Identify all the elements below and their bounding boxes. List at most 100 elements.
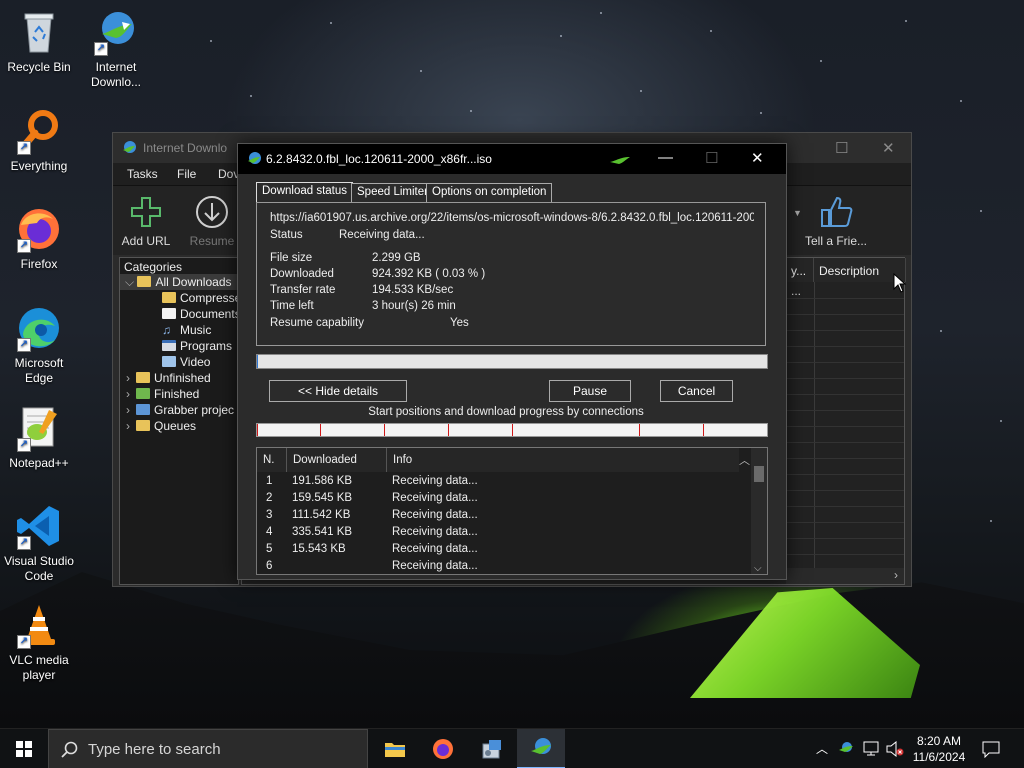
desktop-icon-everything[interactable]: ↗ Everything — [1, 107, 77, 174]
table-vertical-scrollbar[interactable]: ⌵ — [751, 448, 767, 574]
finished-folder-icon — [136, 388, 150, 399]
transfer-rate-value: 194.533 KB/sec — [372, 284, 454, 296]
mouse-cursor-icon — [893, 272, 907, 293]
column-header-downloaded[interactable]: Downloaded — [287, 448, 387, 472]
row-line — [786, 474, 904, 475]
idm-icon: ↗ — [92, 8, 140, 56]
tab-download-status[interactable]: Download status — [256, 182, 354, 203]
resume-button[interactable]: Resume — [180, 194, 244, 248]
start-button[interactable] — [0, 729, 48, 768]
add-url-button[interactable]: Add URL — [114, 194, 178, 248]
desktop-icon-idm[interactable]: ↗ Internet Downlo... — [78, 8, 154, 90]
category-queues[interactable]: › Queues — [126, 418, 196, 434]
scroll-down-icon[interactable]: ⌵ — [754, 563, 762, 574]
tab-options-on-completion[interactable]: Options on completion — [426, 183, 553, 203]
column-header-info[interactable]: Info — [387, 448, 739, 472]
taskbar-firefox[interactable] — [419, 729, 467, 768]
connection-start-marker — [384, 424, 385, 436]
category-grabber-projects[interactable]: › Grabber projec — [126, 402, 234, 418]
row-line — [786, 410, 904, 411]
desktop-icon-label: Visual Studio Code — [4, 554, 74, 583]
dialog-minimize-button[interactable]: — — [658, 149, 673, 166]
table-row[interactable]: 5 15.543 KB Receiving data... — [257, 541, 751, 558]
cancel-button[interactable]: Cancel — [660, 380, 733, 402]
video-film-icon — [162, 356, 176, 367]
column-separator — [814, 282, 815, 568]
dialog-title: 6.2.8432.0.fbl_loc.120611-2000_x86fr...i… — [266, 152, 492, 166]
shortcut-arrow-icon: ↗ — [17, 141, 31, 155]
table-row[interactable]: 3 111.542 KB Receiving data... — [257, 507, 751, 524]
file-size-value: 2.299 GB — [372, 252, 421, 264]
category-programs[interactable]: Programs — [162, 338, 232, 354]
desktop-icon-label: Recycle Bin — [7, 60, 71, 74]
shortcut-arrow-icon: ↗ — [17, 338, 31, 352]
desktop-icon-edge[interactable]: ↗ Microsoft Edge — [1, 304, 77, 386]
row-line — [786, 506, 904, 507]
hide-details-button[interactable]: << Hide details — [269, 380, 407, 402]
column-header-truncated[interactable]: y... — [786, 258, 814, 282]
taskbar-file-explorer[interactable] — [370, 729, 418, 768]
notifications-button[interactable] — [980, 729, 1004, 768]
column-header-number[interactable]: N. — [257, 448, 287, 472]
desktop-icon-firefox[interactable]: ↗ Firefox — [1, 205, 77, 272]
tell-friend-label: Tell a Frie... — [804, 234, 867, 248]
dialog-maximize-button[interactable]: ☐ — [705, 149, 718, 167]
shortcut-arrow-icon: ↗ — [17, 635, 31, 649]
dialog-close-button[interactable]: ✕ — [751, 149, 764, 167]
desktop-icon-label: Notepad++ — [9, 456, 69, 470]
category-all-downloads[interactable]: ⌵ All Downloads — [120, 274, 238, 290]
desktop-icon-recycle-bin[interactable]: Recycle Bin — [1, 8, 77, 75]
row-line — [786, 442, 904, 443]
desktop-icon-vscode[interactable]: ↗ Visual Studio Code — [1, 502, 77, 584]
taskbar-search-box[interactable]: Type here to search — [48, 729, 368, 768]
show-hidden-icons-chevron-icon[interactable]: ︿ — [816, 740, 828, 757]
connections-progress-bar — [256, 423, 768, 437]
desktop-icon-label: Microsoft Edge — [14, 356, 64, 385]
table-row[interactable]: 1 191.586 KB Receiving data... — [257, 473, 751, 490]
windows-logo-icon — [16, 741, 32, 757]
taskbar-idm[interactable] — [517, 729, 565, 768]
table-row[interactable]: 2 159.545 KB Receiving data... — [257, 490, 751, 507]
category-video[interactable]: Video — [162, 354, 210, 370]
menu-tasks[interactable]: Tasks — [127, 167, 158, 181]
taskbar-clock[interactable]: 8:20 AM 11/6/2024 — [902, 733, 976, 765]
category-compressed[interactable]: Compresse — [162, 290, 238, 306]
installer-icon — [482, 740, 501, 759]
tell-friend-button[interactable]: Tell a Frie... — [801, 194, 871, 248]
file-explorer-icon — [385, 743, 405, 757]
desktop-icon-label: VLC media player — [9, 653, 69, 682]
table-row[interactable]: 4 335.541 KB Receiving data... — [257, 524, 751, 541]
tab-speed-limiter[interactable]: Speed Limiter — [351, 183, 434, 203]
table-row[interactable]: 6 Receiving data... — [257, 558, 751, 574]
shortcut-arrow-icon: ↗ — [17, 239, 31, 253]
network-icon[interactable] — [862, 741, 880, 757]
connection-start-marker — [320, 424, 321, 436]
idm-tray-icon[interactable] — [838, 741, 854, 755]
desktop-icon-vlc[interactable]: ↗ VLC media player — [1, 601, 77, 683]
recycle-bin-icon — [15, 8, 63, 56]
scrollbar-thumb[interactable] — [754, 466, 764, 482]
horizontal-scrollbar[interactable]: › — [786, 568, 904, 584]
add-url-label: Add URL — [121, 234, 171, 248]
download-status-pane: https://ia601907.us.archive.org/22/items… — [256, 202, 766, 346]
row-line — [786, 314, 904, 315]
category-music[interactable]: ♫ Music — [162, 322, 211, 338]
idm-app-icon — [121, 140, 137, 159]
category-finished[interactable]: › Finished — [126, 386, 199, 402]
category-unfinished[interactable]: › Unfinished — [126, 370, 211, 386]
desktop-icon-notepadpp[interactable]: ↗ Notepad++ — [1, 404, 77, 471]
category-documents[interactable]: Documents — [162, 306, 238, 322]
row-line — [786, 554, 904, 555]
toolbar-dropdown-icon[interactable]: ▼ — [793, 208, 802, 218]
pause-button[interactable]: Pause — [549, 380, 631, 402]
scroll-right-icon[interactable]: › — [894, 568, 898, 582]
taskbar-setup-app[interactable] — [468, 729, 516, 768]
notification-chat-icon — [982, 741, 1000, 758]
row-line — [786, 330, 904, 331]
download-url: https://ia601907.us.archive.org/22/items… — [270, 212, 754, 224]
main-close-button[interactable]: ✕ — [882, 139, 895, 157]
scroll-up-icon[interactable]: ︿ — [739, 452, 750, 468]
connections-table: N. Downloaded Info ︿ 1 191.586 KB Receivin… — [256, 447, 768, 575]
menu-file[interactable]: File — [177, 167, 196, 181]
main-maximize-button[interactable]: ☐ — [835, 139, 848, 157]
